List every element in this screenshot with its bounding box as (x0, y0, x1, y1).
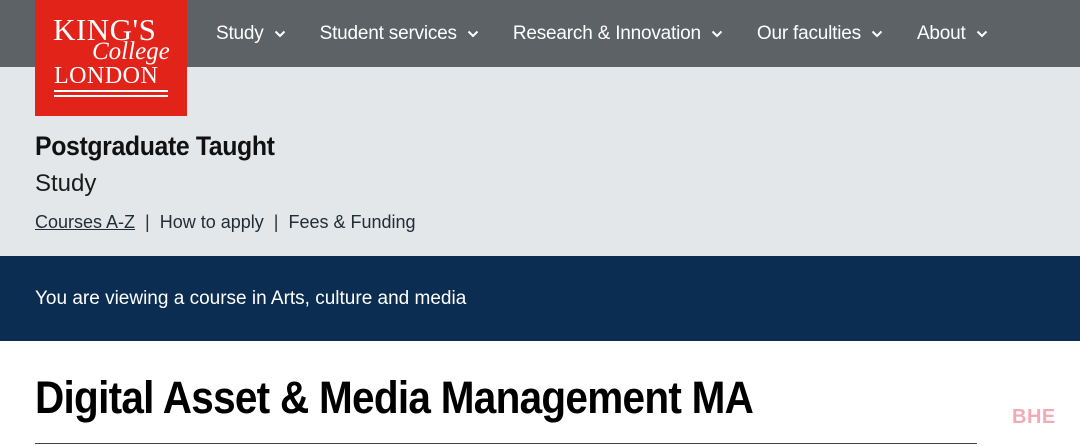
course-category-banner: You are viewing a course in Arts, cultur… (0, 256, 1080, 341)
link-courses-a-z[interactable]: Courses A-Z (35, 212, 135, 233)
nav-item-study[interactable]: Study (216, 23, 286, 45)
chevron-down-icon (274, 28, 286, 40)
main-menu: Study Student services Research & Innova… (216, 0, 1022, 67)
nav-item-our-faculties[interactable]: Our faculties (757, 23, 883, 45)
nav-item-student-services[interactable]: Student services (320, 23, 479, 45)
chevron-down-icon (467, 28, 479, 40)
chevron-down-icon (871, 28, 883, 40)
chevron-down-icon (711, 28, 723, 40)
logo-line-college: College (92, 38, 170, 65)
watermark: BHE (1012, 406, 1056, 428)
nav-item-label: Study (216, 22, 264, 44)
logo-rule (54, 90, 168, 92)
chevron-down-icon (976, 28, 988, 40)
nav-item-label: Our faculties (756, 22, 861, 44)
link-how-to-apply[interactable]: How to apply (160, 212, 264, 233)
nav-item-label: Student services (319, 22, 457, 44)
nav-item-about[interactable]: About (917, 23, 988, 45)
nav-item-label: Research & Innovation (512, 22, 701, 44)
link-separator: | (145, 212, 150, 232)
link-fees-funding[interactable]: Fees & Funding (288, 212, 415, 233)
link-separator: | (273, 212, 279, 232)
section-links: Courses A-Z | How to apply | Fees & Fund… (35, 212, 416, 233)
kings-college-london-logo[interactable]: KING'S College LONDON (35, 0, 187, 116)
section-title: Postgraduate Taught (35, 131, 275, 161)
nav-item-research-innovation[interactable]: Research & Innovation (513, 23, 723, 45)
section-subtitle: Study (35, 170, 97, 197)
logo-rule (54, 95, 168, 97)
title-divider (35, 443, 977, 444)
nav-item-label: About (916, 22, 966, 44)
course-title: Digital Asset & Media Management MA (35, 372, 754, 423)
banner-text: You are viewing a course in Arts, cultur… (35, 288, 467, 309)
logo-line-london: LONDON (54, 63, 159, 89)
